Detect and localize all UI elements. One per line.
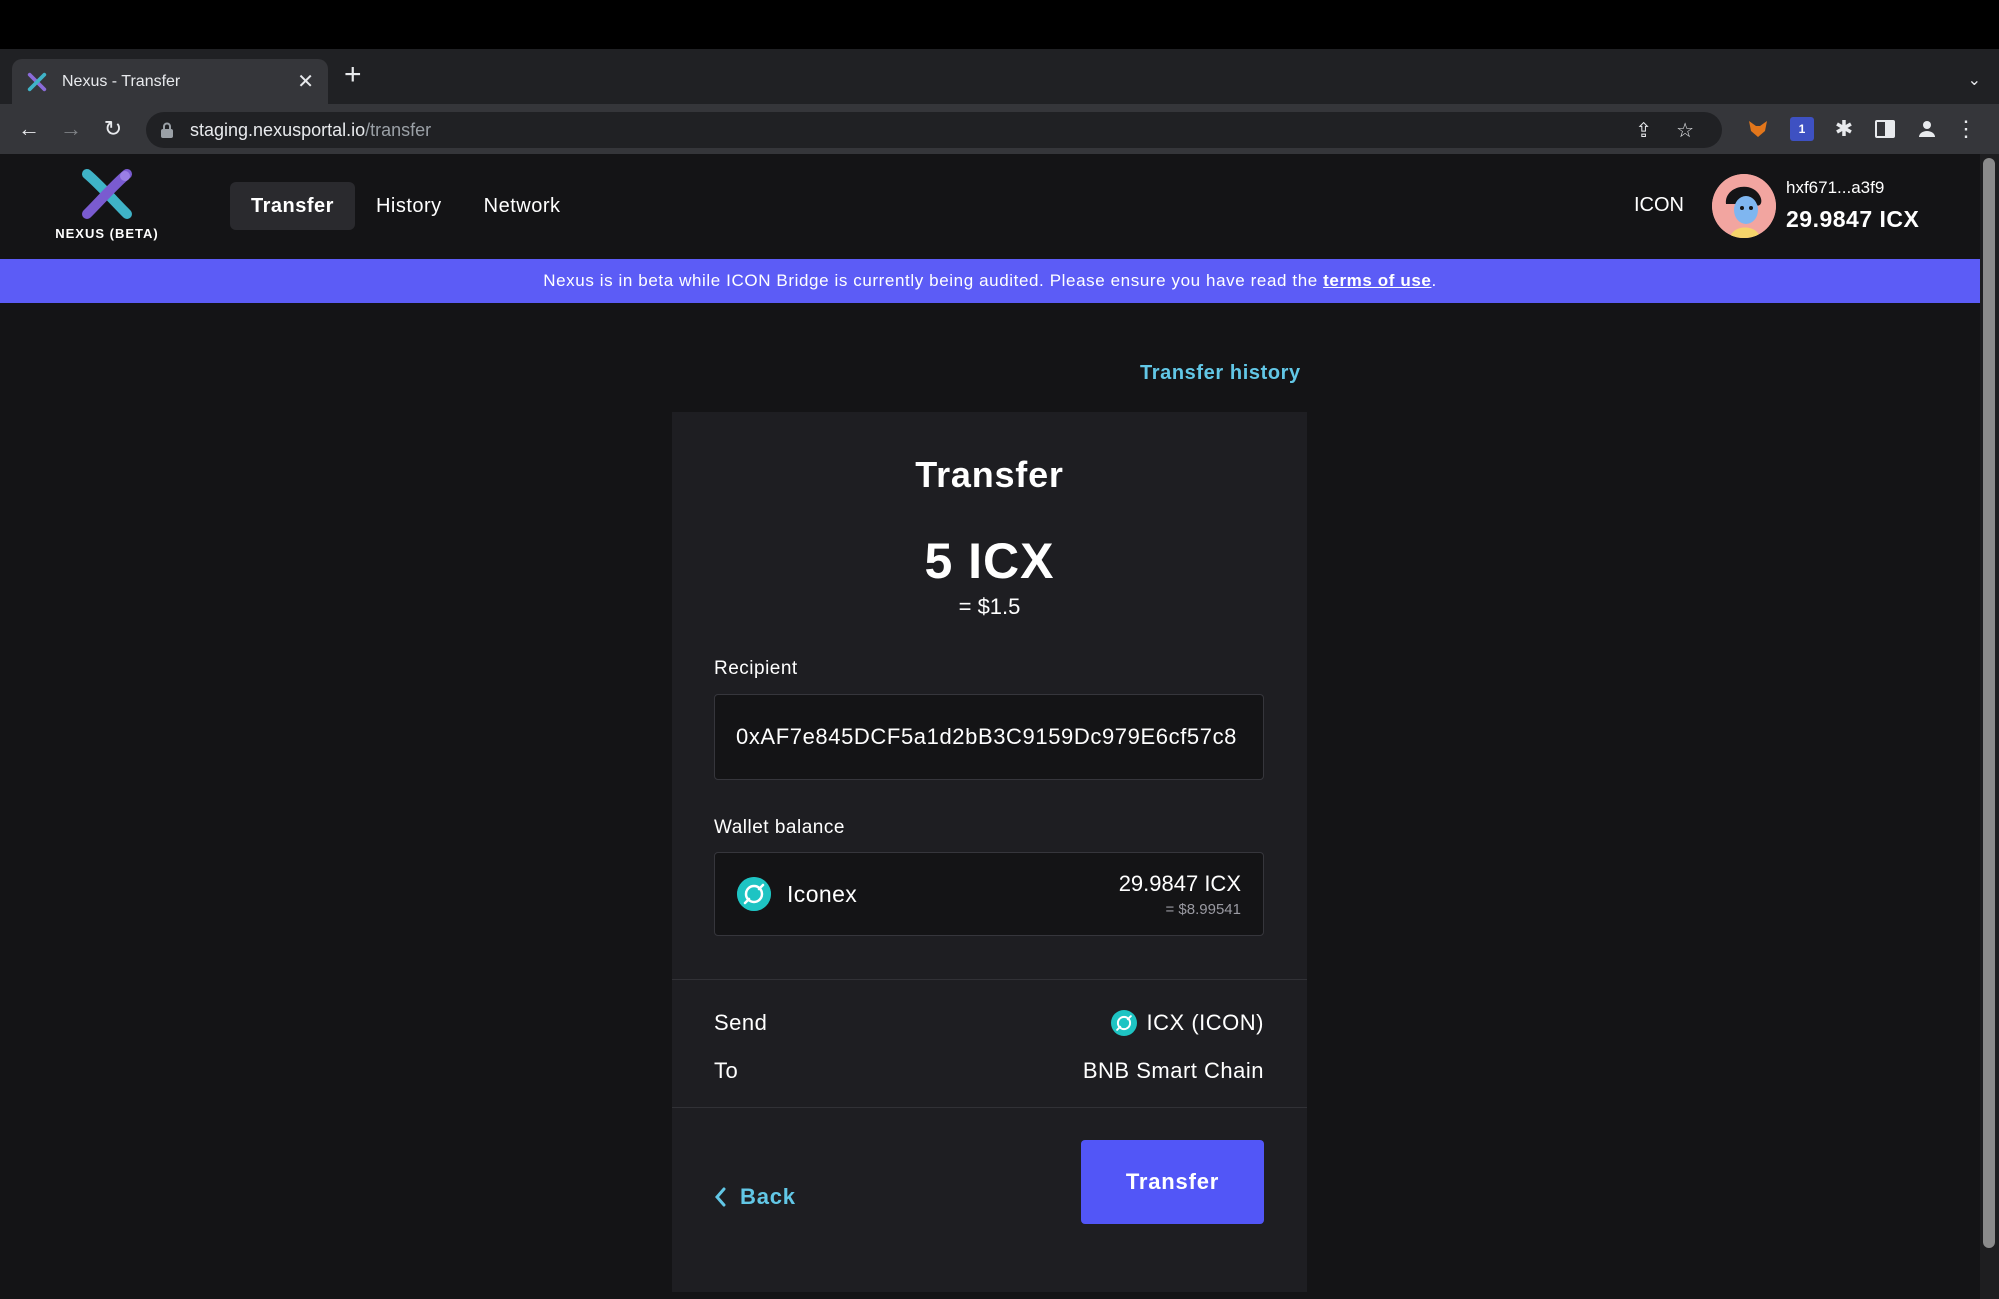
banner-text: Nexus is in beta while ICON Bridge is cu… (543, 271, 1318, 290)
wallet-name: Iconex (787, 881, 858, 907)
bookmark-star-icon[interactable]: ☆ (1676, 118, 1694, 143)
tab-search-chevron-icon[interactable]: ⌄ (1968, 70, 1981, 90)
account-address: hxf671...a3f9 (1786, 178, 1885, 197)
extensions-puzzle-icon[interactable]: ✱ (1829, 114, 1859, 144)
chevron-left-icon (715, 1187, 726, 1207)
back-button-label: Back (740, 1184, 796, 1209)
nav-item-history[interactable]: History (355, 182, 463, 230)
transfer-button[interactable]: Transfer (1081, 1140, 1264, 1224)
nexus-logo-icon (82, 169, 132, 219)
url-path: /transfer (365, 119, 432, 140)
side-panel-icon[interactable] (1873, 117, 1897, 141)
recipient-field[interactable] (715, 695, 1263, 779)
reload-icon[interactable]: ↻ (98, 114, 128, 144)
browser-tab[interactable]: Nexus - Transfer ✕ (12, 59, 328, 104)
card-title: Transfer (915, 454, 1064, 495)
divider (672, 1107, 1307, 1108)
main-nav: Transfer History Network (230, 182, 582, 230)
transfer-history-link[interactable]: Transfer history (1140, 362, 1301, 385)
metamask-extension-icon[interactable] (1746, 117, 1770, 141)
extension-badge-count: 1 (1798, 122, 1806, 136)
transfer-card: Transfer 5 ICX = $1.5 Recipient Wallet b… (672, 412, 1307, 1292)
network-label[interactable]: ICON (1634, 194, 1684, 217)
transfer-amount: 5 ICX (924, 533, 1055, 589)
scrollbar-thumb[interactable] (1983, 158, 1995, 1248)
nexus-logo[interactable]: NEXUS (BETA) (52, 168, 162, 248)
banner-suffix: . (1431, 271, 1437, 290)
browser-menu-icon[interactable]: ⋮ (1955, 114, 1977, 144)
nav-item-transfer[interactable]: Transfer (230, 182, 355, 230)
to-label: To (714, 1058, 739, 1083)
back-arrow-icon[interactable]: ← (14, 114, 44, 144)
transfer-amount-usd: = $1.5 (958, 594, 1021, 619)
send-value: ICX (ICON) (1146, 1010, 1264, 1035)
send-label: Send (714, 1010, 768, 1035)
wallet-balance-usd: = $8.99541 (1165, 901, 1242, 918)
nexus-favicon-icon (27, 72, 47, 91)
new-tab-icon[interactable]: + (344, 60, 362, 90)
to-value: BNB Smart Chain (1082, 1058, 1264, 1083)
terms-of-use-link[interactable]: terms of use (1323, 271, 1431, 290)
system-top-bar (0, 0, 1999, 49)
icx-icon (737, 877, 771, 911)
wallet-balance-box: Iconex 29.9847 ICX = $8.99541 (714, 852, 1264, 936)
divider (672, 979, 1307, 980)
icx-icon (1110, 1010, 1137, 1036)
wallet-balance-value: 29.9847 ICX (1118, 871, 1241, 896)
browser-toolbar: ← → ↻ staging.nexusportal.io/transfer ⇪ … (0, 104, 1999, 154)
recipient-label: Recipient (714, 658, 798, 679)
app-header: NEXUS (BETA) Transfer History Network IC… (0, 154, 1980, 259)
browser-tab-strip: Nexus - Transfer ✕ (0, 49, 1999, 104)
tab-close-icon[interactable]: ✕ (297, 69, 314, 94)
nexus-app: NEXUS (BETA) Transfer History Network IC… (0, 154, 1980, 1299)
address-bar[interactable]: staging.nexusportal.io/transfer ⇪ ☆ (146, 112, 1722, 148)
share-icon[interactable]: ⇪ (1635, 118, 1652, 143)
logo-text: NEXUS (BETA) (55, 226, 159, 241)
avatar-icon (1712, 174, 1776, 238)
account-balance: 29.9847 ICX (1786, 206, 1920, 232)
recipient-field-container (714, 694, 1264, 780)
wallet-balance-label: Wallet balance (714, 817, 845, 838)
tab-title: Nexus - Transfer (62, 72, 181, 90)
lock-icon (161, 122, 173, 138)
beta-banner: Nexus is in beta while ICON Bridge is cu… (0, 259, 1980, 303)
nav-item-network[interactable]: Network (463, 182, 582, 230)
back-button[interactable]: Back (714, 1184, 796, 1210)
extension-badge-icon[interactable]: 1 (1790, 117, 1814, 141)
profile-icon[interactable] (1915, 117, 1939, 141)
send-value-row: ICX (ICON) (1110, 1010, 1264, 1036)
url-host: staging.nexusportal.io (190, 119, 366, 140)
forward-arrow-icon[interactable]: → (56, 114, 86, 144)
avatar[interactable] (1712, 174, 1776, 238)
